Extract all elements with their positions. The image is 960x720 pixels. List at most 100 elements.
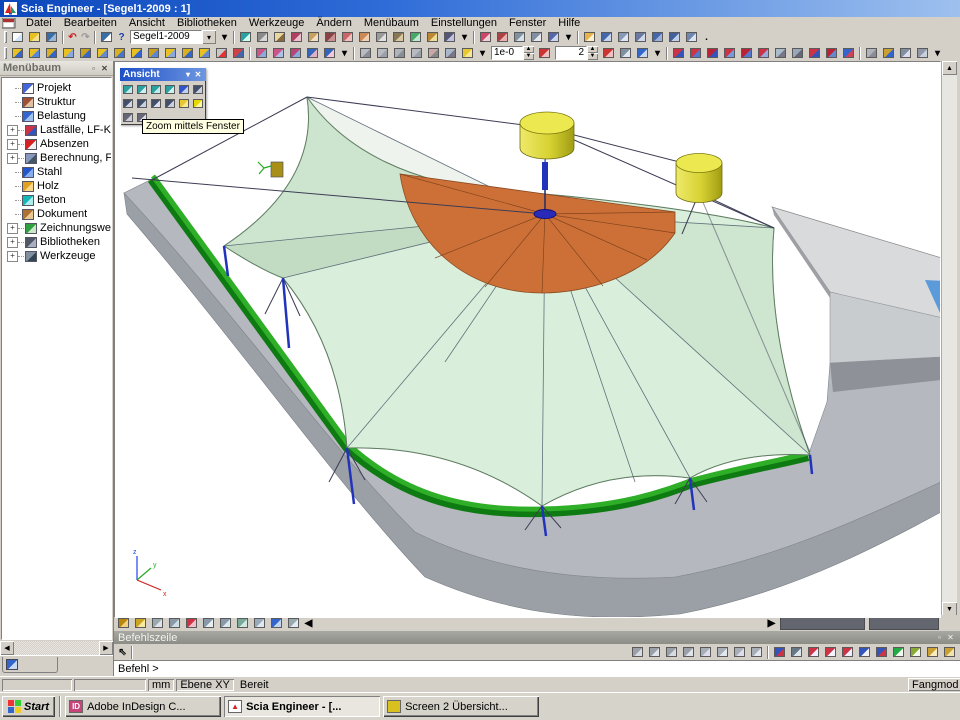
opening-icon[interactable] (162, 46, 179, 60)
project-data-icon[interactable] (237, 30, 254, 44)
count-value[interactable]: 2 (555, 46, 587, 60)
extend-icon[interactable] (408, 46, 425, 60)
hscroll-left-icon[interactable]: ▶ (765, 616, 778, 630)
snap-node-icon[interactable] (890, 645, 907, 659)
solid-view-icon[interactable] (598, 30, 615, 44)
view-drop[interactable]: . (700, 30, 713, 44)
tree-item-beton[interactable]: Beton (4, 193, 111, 207)
dim-icon[interactable] (545, 30, 562, 44)
tolerance-apply-icon[interactable] (536, 46, 553, 60)
project-combo-arrow[interactable]: ▾ (202, 30, 216, 44)
catalog-icon[interactable] (914, 46, 931, 60)
load-point-icon[interactable] (704, 46, 721, 60)
scroll-up-icon[interactable]: ▲ (942, 61, 957, 75)
pin-icon[interactable]: ▫ (88, 63, 99, 74)
print-view-icon[interactable] (121, 110, 135, 124)
tolerance-spinner[interactable]: 1e-0 ▲▼ (491, 46, 534, 60)
layer-icon[interactable] (897, 46, 914, 60)
label-abc2-icon[interactable] (217, 616, 234, 630)
view-point-icon[interactable] (177, 82, 191, 96)
surface-icon[interactable] (149, 616, 166, 630)
shade-view-icon[interactable] (632, 30, 649, 44)
new-file-icon[interactable] (9, 30, 26, 44)
document-icon[interactable] (271, 30, 288, 44)
ucs-icon[interactable] (634, 46, 651, 60)
undo-icon[interactable]: ↶ (66, 30, 79, 44)
levels-icon[interactable] (511, 30, 528, 44)
scroll-down-icon[interactable]: ▼ (942, 602, 957, 616)
taskbar-task-scia[interactable]: ▲Scia Engineer - [... (224, 696, 380, 717)
light-icon[interactable] (191, 96, 205, 110)
zoom-window-icon[interactable] (149, 96, 163, 110)
view-front-icon[interactable] (121, 82, 135, 96)
tree-hscroll-track[interactable] (14, 641, 99, 655)
toolbar-grip[interactable] (4, 47, 7, 59)
project-combo[interactable]: Segel1-2009 ▾ (130, 30, 216, 44)
tree-item-struktur[interactable]: Struktur (4, 95, 111, 109)
expand-icon[interactable]: + (7, 125, 18, 136)
rendering-icon[interactable] (166, 616, 183, 630)
project-combo-value[interactable]: Segel1-2009 (130, 30, 202, 44)
cmd-pin-icon[interactable]: ▫ (934, 632, 945, 643)
link2-icon[interactable] (132, 616, 149, 630)
clipboard-icon[interactable] (305, 30, 322, 44)
printer2-icon[interactable] (373, 30, 390, 44)
tree-item-holz[interactable]: Holz (4, 179, 111, 193)
view-set-icon[interactable] (683, 30, 700, 44)
menu-ansicht[interactable]: Ansicht (123, 17, 171, 29)
redo-icon[interactable]: ↷ (79, 30, 92, 44)
tree-item-dokument[interactable]: Dokument (4, 207, 111, 221)
menu-einstellungen[interactable]: Einstellungen (425, 17, 503, 29)
hinge-icon[interactable] (687, 46, 704, 60)
start-button[interactable]: Start (2, 696, 55, 717)
node-icon[interactable] (9, 46, 26, 60)
combo-more-drop[interactable]: ▾ (218, 30, 231, 44)
copy-icon[interactable] (357, 46, 374, 60)
snap-ortho-icon[interactable] (941, 645, 958, 659)
tolerance-up[interactable]: ▲ (523, 46, 534, 53)
scroll-left-icon[interactable]: ◀ (0, 641, 14, 655)
material-icon[interactable] (863, 46, 880, 60)
column-icon[interactable] (43, 46, 60, 60)
project-drop[interactable]: ▾ (458, 30, 471, 44)
layout-icon[interactable] (339, 30, 356, 44)
grid-icon[interactable] (528, 30, 545, 44)
menu-aendern[interactable]: Ändern (310, 17, 357, 29)
folder-icon[interactable] (459, 46, 476, 60)
snap-mid-icon[interactable] (822, 645, 839, 659)
close-icon[interactable]: ✕ (99, 63, 110, 74)
load-case-icon[interactable] (823, 46, 840, 60)
calculator-icon[interactable] (477, 30, 494, 44)
zoom-prev-icon[interactable] (163, 96, 177, 110)
snap-solid-icon[interactable] (924, 645, 941, 659)
ansicht-palette-title[interactable]: Ansicht ▾ ✕ (120, 68, 206, 81)
tree-item-absenzen[interactable]: +Absenzen (4, 137, 111, 151)
mirror-icon[interactable] (287, 46, 304, 60)
save-icon[interactable] (43, 30, 60, 44)
vertex3-icon[interactable] (731, 645, 748, 659)
status-units[interactable]: mm (148, 679, 174, 691)
polyline-icon[interactable] (145, 46, 162, 60)
snap-int-icon[interactable] (856, 645, 873, 659)
viewport-vscrollbar[interactable]: ▲ ▼ (941, 61, 957, 616)
named-view-icon[interactable] (666, 30, 683, 44)
snap-tan-icon[interactable] (873, 645, 890, 659)
arc-icon[interactable] (128, 46, 145, 60)
tree-item-zeichnungswerkzeuge[interactable]: +Zeichnungswerkzeuge (4, 221, 111, 235)
command-input[interactable]: Befehl > (114, 660, 960, 676)
snap-grid-icon[interactable] (788, 645, 805, 659)
view-side-icon[interactable] (135, 82, 149, 96)
accuracy-icon[interactable] (600, 46, 617, 60)
tree-item-berechnung[interactable]: +Berechnung, FE-Netz (4, 151, 111, 165)
status-snap-mode[interactable]: Fangmod (908, 678, 960, 691)
hscroll-thumb-2[interactable] (869, 616, 939, 630)
move-icon[interactable] (253, 46, 270, 60)
join-icon[interactable] (442, 46, 459, 60)
flag-icon[interactable] (183, 616, 200, 630)
params-icon[interactable] (285, 616, 302, 630)
model-viewport[interactable]: z y x Ansicht ▾ ✕ (114, 61, 941, 618)
lib-drop[interactable]: ▾ (931, 46, 944, 60)
mod-drop[interactable]: ▾ (338, 46, 351, 60)
expand-icon[interactable]: + (7, 237, 18, 248)
circle-tool-icon[interactable] (663, 645, 680, 659)
